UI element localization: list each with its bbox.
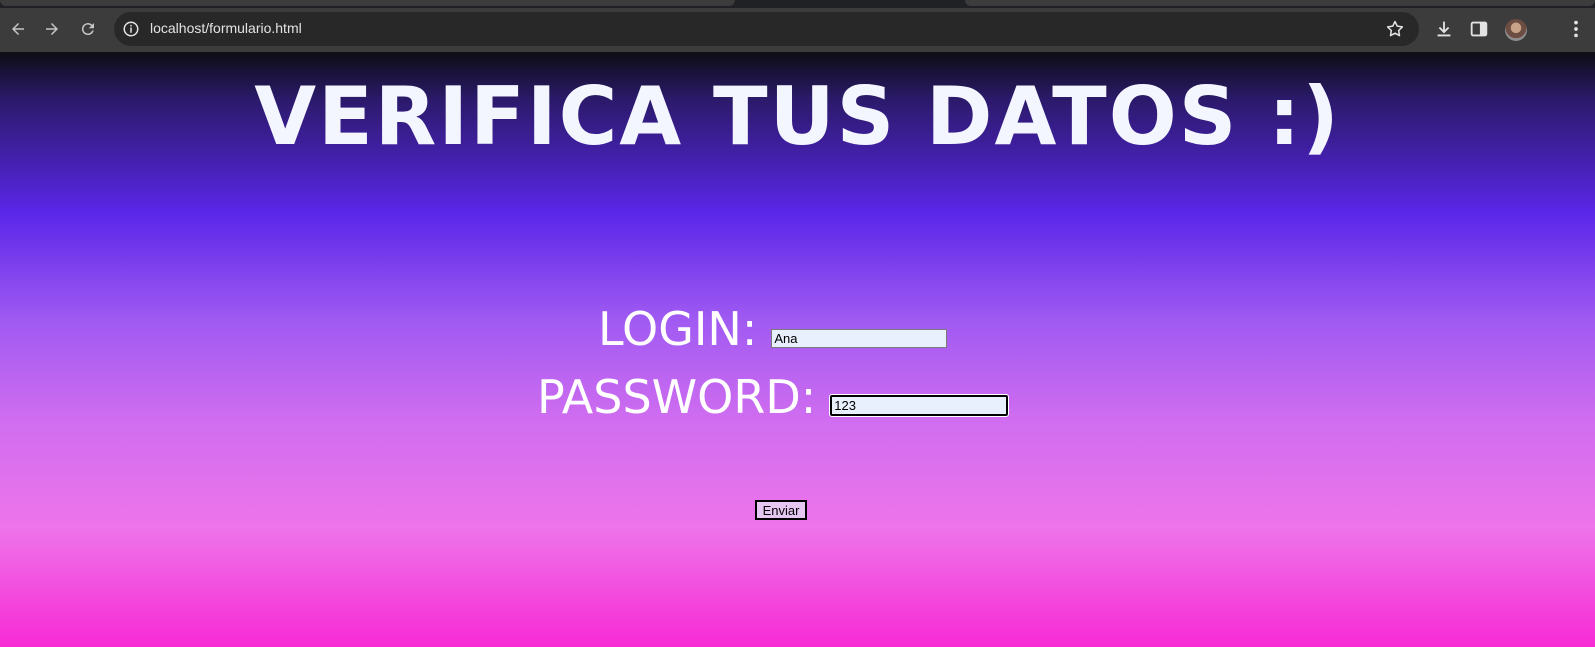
password-label: PASSWORD: (537, 370, 817, 424)
url-text[interactable]: localhost/formulario.html (150, 20, 302, 36)
tab-strip (0, 0, 1595, 8)
kebab-menu-icon[interactable] (1565, 18, 1587, 40)
tab[interactable] (965, 0, 1595, 6)
password-row: PASSWORD: (537, 370, 1010, 424)
address-bar[interactable]: localhost/formulario.html (114, 12, 1419, 46)
page-title: VERIFICA TUS DATOS :) (254, 70, 1341, 163)
back-button[interactable] (3, 14, 33, 44)
submit-button[interactable]: Enviar (755, 500, 807, 520)
browser-chrome: localhost/formulario.html (0, 0, 1595, 52)
reload-button[interactable] (73, 14, 103, 44)
login-input[interactable] (771, 329, 948, 348)
reload-icon (81, 23, 94, 36)
download-icon[interactable] (1433, 18, 1455, 40)
arrow-right-icon (46, 23, 58, 35)
arrow-left-icon (12, 23, 24, 35)
login-label: LOGIN: (598, 302, 758, 356)
password-input[interactable] (829, 394, 1010, 417)
tab[interactable] (0, 0, 735, 6)
side-panel-icon[interactable] (1468, 18, 1490, 40)
login-row: LOGIN: (598, 302, 948, 356)
info-icon[interactable] (122, 20, 140, 38)
browser-toolbar: localhost/formulario.html (0, 8, 1595, 52)
avatar[interactable] (1505, 19, 1527, 41)
page-body: VERIFICA TUS DATOS :) LOGIN: PASSWORD: E… (0, 52, 1595, 647)
forward-button[interactable] (37, 14, 67, 44)
star-icon[interactable] (1385, 19, 1405, 39)
